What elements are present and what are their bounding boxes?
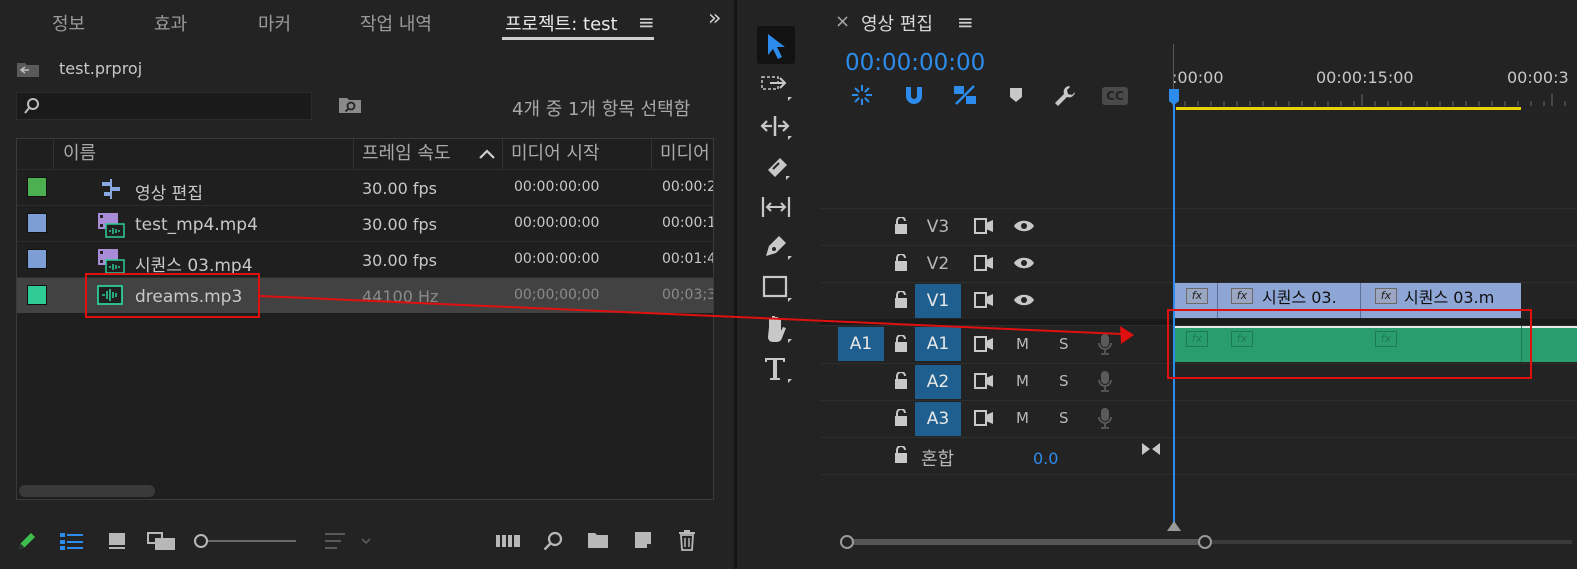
annotation-arrow (259, 295, 1134, 344)
